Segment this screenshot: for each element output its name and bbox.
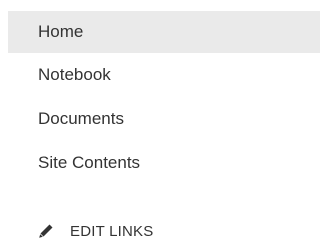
nav-item-label: Notebook [38,65,111,84]
nav-item-label: Site Contents [38,153,141,172]
pencil-icon [38,223,54,239]
edit-links-button[interactable]: EDIT LINKS [38,219,153,241]
nav-item-documents[interactable]: Documents [8,97,320,141]
edit-links-label: EDIT LINKS [70,222,154,240]
nav-item-site-contents[interactable]: Site Contents [8,141,320,185]
nav-item-label: Home [38,22,84,41]
nav-item-notebook[interactable]: Notebook [8,53,320,97]
nav-item-label: Documents [38,109,124,128]
quick-launch-nav: Home Notebook Documents Site Contents [8,11,320,185]
nav-item-home[interactable]: Home [8,11,320,53]
